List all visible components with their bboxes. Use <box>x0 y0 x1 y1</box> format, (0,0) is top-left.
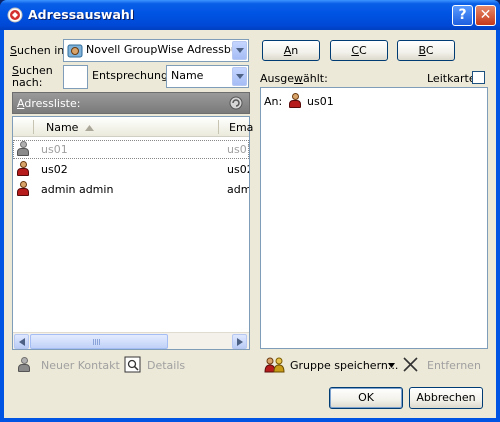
leitkarte-label: Leitkarte <box>427 72 476 85</box>
column-email[interactable]: Ema <box>229 121 253 134</box>
user-icon <box>17 141 29 157</box>
help-button[interactable]: ? <box>452 5 473 26</box>
selected-item[interactable]: An: us01 <box>261 92 487 110</box>
chevron-right-icon <box>237 338 243 346</box>
refresh-icon[interactable] <box>228 95 244 111</box>
remove-x-icon <box>403 357 418 372</box>
to-button[interactable]: An <box>262 40 320 61</box>
dialog-window: Adressauswahl ? ✕ Suchen in: Novell Grou… <box>0 0 500 422</box>
group-icon <box>264 357 285 373</box>
search-for-label-2: nach: <box>12 76 43 89</box>
leitkarte-checkbox[interactable] <box>472 71 485 84</box>
scroll-left-button[interactable] <box>14 334 29 349</box>
search-input[interactable] <box>63 65 88 89</box>
close-button[interactable]: ✕ <box>475 5 496 26</box>
remove-button[interactable]: Entfernen <box>401 356 486 374</box>
scroll-thumb[interactable] <box>30 334 168 349</box>
cancel-button[interactable]: Abbrechen <box>409 387 483 409</box>
list-item[interactable]: admin admin admin <box>13 180 249 199</box>
chevron-down-icon[interactable] <box>232 67 247 86</box>
match-label: Entsprechung: <box>92 69 172 82</box>
address-book-combo[interactable]: Novell GroupWise Adressbuch <box>63 39 249 62</box>
address-list: Name Ema us01 us01 us02 us02 admin admin… <box>12 116 253 350</box>
groupwise-app-icon <box>7 7 23 23</box>
details-button[interactable]: Details <box>122 356 192 374</box>
scroll-right-button[interactable] <box>232 334 247 349</box>
new-contact-button[interactable]: Neuer Kontakt <box>16 356 126 374</box>
cc-button[interactable]: CC <box>330 40 388 61</box>
list-item[interactable]: us02 us02 <box>13 160 249 179</box>
dropdown-arrow-icon[interactable] <box>388 363 395 368</box>
horizontal-scrollbar[interactable] <box>13 332 249 349</box>
list-item[interactable]: us01 us01 <box>13 140 249 159</box>
user-icon <box>289 93 301 109</box>
dialog-body: Suchen in: Novell GroupWise Adressbuch S… <box>4 30 496 418</box>
match-combo[interactable]: Name <box>166 65 249 88</box>
new-contact-icon <box>18 357 30 373</box>
address-list-header: Adressliste: <box>12 92 250 114</box>
address-book-value: Novell GroupWise Adressbuch <box>86 43 232 56</box>
column-name[interactable]: Name <box>46 121 78 134</box>
window-title: Adressauswahl <box>28 7 135 22</box>
sort-ascending-icon <box>85 125 94 131</box>
selected-list: An: us01 <box>260 87 488 349</box>
user-icon <box>17 161 29 177</box>
address-book-icon <box>67 44 83 58</box>
details-icon <box>124 356 141 373</box>
list-column-header: Name Ema <box>13 117 253 137</box>
chevron-down-icon[interactable] <box>232 41 247 60</box>
ok-button[interactable]: OK <box>329 387 403 409</box>
match-value: Name <box>171 69 204 82</box>
chevron-left-icon <box>19 338 25 346</box>
selected-label: Ausgewählt: <box>260 72 328 85</box>
search-in-label: Suchen in: <box>10 44 68 57</box>
user-icon <box>17 181 29 197</box>
title-bar[interactable]: Adressauswahl ? ✕ <box>0 0 500 30</box>
bc-button[interactable]: BC <box>397 40 455 61</box>
save-group-button[interactable]: Gruppe speichern... <box>262 356 398 374</box>
